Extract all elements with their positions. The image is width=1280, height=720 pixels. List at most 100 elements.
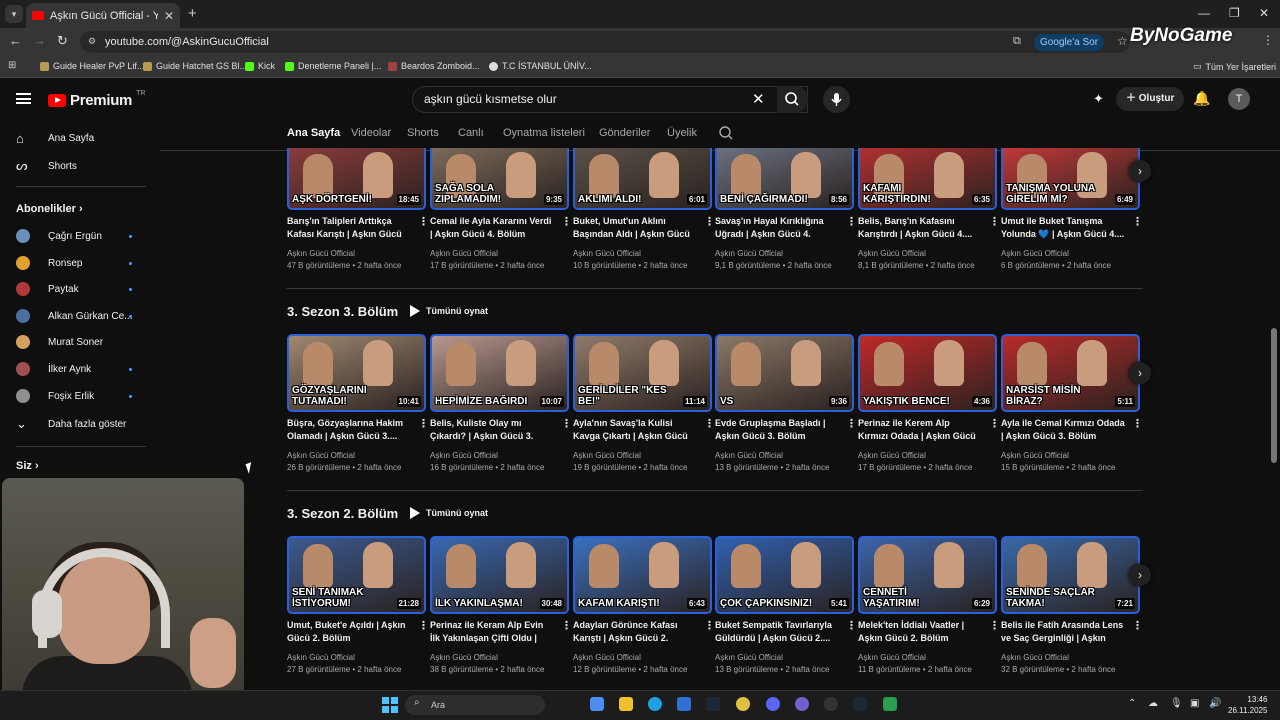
video-menu-icon[interactable]: ⋮ [561, 619, 572, 632]
video-menu-icon[interactable]: ⋮ [561, 417, 572, 430]
youtube-premium-logo[interactable]: Premium TR [48, 90, 145, 109]
close-tab-icon[interactable]: ✕ [164, 9, 174, 23]
voice-search-button[interactable] [823, 86, 850, 113]
minimize-button[interactable]: — [1198, 6, 1210, 20]
video-title[interactable]: Buket, Umut'un Aklını Başından Aldı | Aş… [573, 215, 697, 241]
video-thumbnail[interactable]: CENNETİ YAŞATIRIM! 6:29 [858, 536, 997, 614]
bookmark-star-icon[interactable]: ☆ [1117, 34, 1128, 48]
edge-icon[interactable] [648, 697, 662, 711]
video-title[interactable]: Umut ile Buket Tanışma Yolunda 💙 | Aşkın… [1001, 215, 1125, 241]
video-thumbnail[interactable]: BENİ ÇAĞIRMADI! 8:56 [715, 148, 854, 210]
notifications-bell-icon[interactable]: 🔔 [1193, 90, 1210, 107]
video-title[interactable]: Cemal ile Ayla Kararını Verdi | Aşkın Gü… [430, 215, 554, 241]
file-explorer-icon[interactable] [619, 697, 633, 711]
channel-name[interactable]: Aşkın Gücü Official [858, 451, 926, 460]
bookmark-item[interactable]: Guide Healer PvP Lif... [40, 61, 144, 71]
bookmark-item[interactable]: Denetleme Paneli |... [285, 61, 381, 71]
cast-sparkle-icon[interactable]: ✦ [1093, 91, 1104, 107]
channel-name[interactable]: Aşkın Gücü Official [573, 451, 641, 460]
video-menu-icon[interactable]: ⋮ [704, 417, 715, 430]
video-menu-icon[interactable]: ⋮ [704, 215, 715, 228]
steam-icon[interactable] [706, 697, 720, 711]
section-title[interactable]: 3. Sezon 3. Bölüm [287, 304, 398, 319]
channel-name[interactable]: Aşkın Gücü Official [715, 653, 783, 662]
sidebar-item-subscription[interactable]: Murat Soner [16, 335, 103, 349]
reload-icon[interactable]: ↻ [57, 33, 68, 49]
video-title[interactable]: Umut, Buket'e Açıldı | Aşkın Gücü 2. Böl… [287, 619, 411, 645]
tab-posts[interactable]: Gönderiler [599, 127, 650, 139]
shelf-next-button[interactable]: › [1129, 362, 1151, 384]
sidebar-item-shorts[interactable]: ᔕ Shorts [16, 158, 77, 174]
hamburger-menu-icon[interactable] [16, 93, 31, 104]
subscriptions-header[interactable]: Abonelikler › [16, 203, 83, 215]
video-title[interactable]: Buket Sempatik Tavırlarıyla Güldürdü | A… [715, 619, 839, 645]
video-thumbnail[interactable]: SENİ TANIMAK İSTİYORUM! 21:28 [287, 536, 426, 614]
create-button[interactable]: ＋ Oluştur [1116, 87, 1185, 111]
close-window-button[interactable]: ✕ [1259, 6, 1269, 20]
video-title[interactable]: Belis, Kuliste Olay mı Çıkardı? | Aşkın … [430, 417, 554, 443]
install-app-icon[interactable]: ⧉ [1013, 35, 1021, 48]
channel-name[interactable]: Aşkın Gücü Official [715, 249, 783, 258]
video-title[interactable]: Ayla'nın Savaş'la Kulisi Kavga Çıkartı |… [573, 417, 697, 443]
chrome-icon[interactable] [736, 697, 750, 711]
play-all-button[interactable]: Tümünü oynat [410, 507, 488, 519]
cloud-icon[interactable]: ☁ [1148, 698, 1158, 709]
back-icon[interactable]: ← [9, 33, 22, 48]
browser-tab[interactable]: Aşkın Gücü Official - YouTube ✕ [26, 3, 180, 28]
volume-icon[interactable]: 🔊 [1209, 698, 1221, 709]
video-thumbnail[interactable]: GERİLDİLER "KES BE!" 11:14 [573, 334, 712, 412]
video-title[interactable]: Adayları Görünce Kafası Karıştı | Aşkın … [573, 619, 697, 645]
store-icon[interactable] [677, 697, 691, 711]
sidebar-item-subscription[interactable]: İlker Aynk [16, 362, 91, 376]
channel-name[interactable]: Aşkın Gücü Official [1001, 249, 1069, 258]
channel-name[interactable]: Aşkın Gücü Official [573, 249, 641, 258]
steam-icon[interactable] [853, 697, 867, 711]
video-thumbnail[interactable]: KAFAMI KARIŞTIRDIN! 6:35 [858, 148, 997, 210]
apps-grid-icon[interactable]: ⊞ [8, 60, 16, 71]
channel-name[interactable]: Aşkın Gücü Official [287, 451, 355, 460]
windows-start-icon[interactable] [382, 697, 398, 713]
tab-membership[interactable]: Üyelik [667, 127, 697, 139]
channel-name[interactable]: Aşkın Gücü Official [858, 653, 926, 662]
play-all-button[interactable]: Tümünü oynat [410, 305, 488, 317]
video-menu-icon[interactable]: ⋮ [989, 417, 1000, 430]
copilot-icon[interactable] [590, 697, 604, 711]
video-title[interactable]: Belis ile Fatih Arasında Lens ve Saç Ger… [1001, 619, 1125, 645]
channel-name[interactable]: Aşkın Gücü Official [430, 653, 498, 662]
google-ask-button[interactable]: Google'a Sor [1034, 34, 1105, 51]
bookmark-item[interactable]: T.C İSTANBUL ÜNİV... [489, 61, 592, 71]
search-button[interactable] [777, 86, 808, 113]
channel-name[interactable]: Aşkın Gücü Official [858, 249, 926, 258]
video-thumbnail[interactable]: AKLIMI ALDI! 6:01 [573, 148, 712, 210]
video-menu-icon[interactable]: ⋮ [846, 417, 857, 430]
channel-name[interactable]: Aşkın Gücü Official [430, 249, 498, 258]
channel-name[interactable]: Aşkın Gücü Official [287, 249, 355, 258]
maximize-button[interactable]: ❐ [1229, 6, 1240, 20]
sidebar-item-subscription[interactable]: Çağrı Ergün [16, 229, 102, 243]
video-title[interactable]: Ayla ile Cemal Kırmızı Odada | Aşkın Güc… [1001, 417, 1125, 443]
video-title[interactable]: Savaş'ın Hayal Kırıklığına Uğradı | Aşkı… [715, 215, 839, 241]
account-avatar[interactable]: T [1228, 88, 1250, 110]
video-menu-icon[interactable]: ⋮ [1132, 417, 1143, 430]
channel-name[interactable]: Aşkın Gücü Official [1001, 653, 1069, 662]
video-menu-icon[interactable]: ⋮ [1132, 215, 1143, 228]
taskbar-clock[interactable]: 13:46 26.11.2025 [1228, 694, 1267, 716]
clear-search-icon[interactable]: ✕ [752, 90, 765, 108]
video-menu-icon[interactable]: ⋮ [561, 215, 572, 228]
video-thumbnail[interactable]: İLK YAKINLAŞMA! 30:48 [430, 536, 569, 614]
sidebar-item-subscription[interactable]: Foşix Erlik [16, 389, 94, 403]
microphone-icon[interactable]: 🎙 [1170, 698, 1183, 709]
discord-icon[interactable] [766, 697, 780, 711]
video-thumbnail[interactable]: VS 9:36 [715, 334, 854, 412]
tray-chevron-icon[interactable]: ⌃ [1128, 698, 1136, 709]
video-thumbnail[interactable]: SENİNDE SAÇLAR TAKMA! 7:21 [1001, 536, 1140, 614]
tab-live[interactable]: Canlı [458, 127, 484, 139]
video-thumbnail[interactable]: KAFAM KARIŞTI! 6:43 [573, 536, 712, 614]
app-icon[interactable] [883, 697, 897, 711]
video-thumbnail[interactable]: ÇOK ÇAPKINSINIZ! 5:41 [715, 536, 854, 614]
sidebar-item-subscription[interactable]: Alkan Gürkan Ce... [16, 309, 132, 323]
tab-shorts[interactable]: Shorts [407, 127, 439, 139]
video-title[interactable]: Belis, Barış'ın Kafasını Karıştırdı | Aş… [858, 215, 982, 241]
channel-search-icon[interactable] [718, 125, 734, 146]
bookmark-item[interactable]: Beardos Zomboid... [388, 61, 480, 71]
